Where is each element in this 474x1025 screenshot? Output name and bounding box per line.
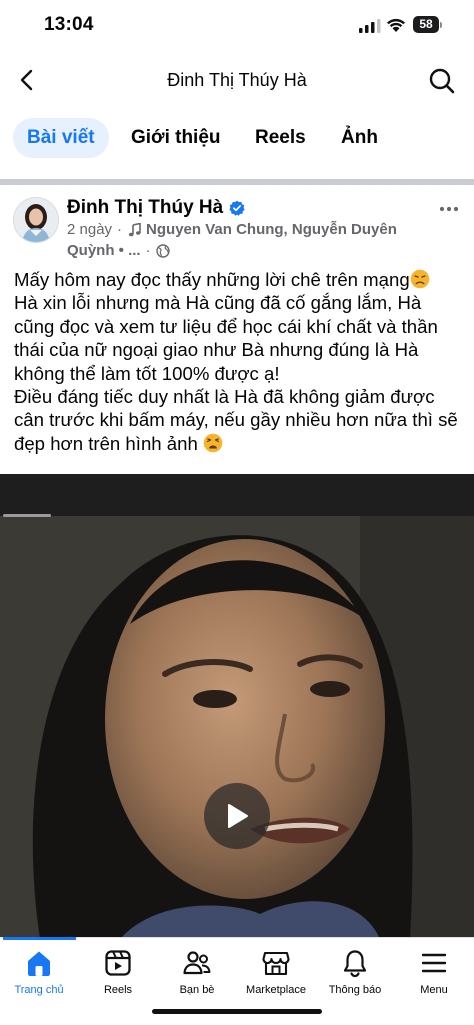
globe-icon <box>155 243 170 258</box>
signal-icon <box>359 19 381 33</box>
tab-reels[interactable]: Reels <box>255 118 306 158</box>
music-note-icon <box>129 222 141 236</box>
section-divider <box>0 179 474 185</box>
tab-posts[interactable]: Bài viết <box>13 118 109 158</box>
wifi-icon <box>387 18 405 32</box>
meta-separator: · <box>117 221 123 238</box>
video-frame <box>0 474 474 939</box>
back-button[interactable] <box>10 63 44 97</box>
active-tab-indicator <box>3 937 76 940</box>
search-button[interactable] <box>424 63 460 99</box>
post-body: Mấy hôm nay đọc thấy những lời chê trên … <box>14 268 466 455</box>
post-text-line: Mấy hôm nay đọc thấy những lời chê trên … <box>14 268 466 291</box>
play-icon <box>228 804 248 828</box>
menu-icon <box>421 953 447 973</box>
home-indicator[interactable] <box>152 1009 322 1014</box>
nav-menu[interactable]: Menu <box>391 948 474 996</box>
search-icon <box>429 68 455 94</box>
post-text-line: Điều đáng tiếc duy nhất là Hà đã không g… <box>14 385 466 455</box>
nav-marketplace-label: Marketplace <box>246 984 306 996</box>
battery-indicator: 58 <box>413 16 443 33</box>
status-bar: 13:04 58 <box>0 0 474 50</box>
nav-reels-label: Reels <box>103 984 133 996</box>
nav-home-label: Trang chủ <box>14 984 64 996</box>
marketplace-icon <box>262 951 290 976</box>
reels-icon <box>105 950 131 976</box>
chevron-left-icon <box>20 69 33 91</box>
weary-face-emoji-icon <box>203 433 223 453</box>
more-horizontal-icon <box>439 206 459 212</box>
post-video[interactable] <box>0 474 474 939</box>
tab-photos[interactable]: Ảnh <box>341 118 378 158</box>
nav-reels[interactable]: Reels <box>75 948 161 996</box>
disappointed-face-emoji-icon <box>410 269 430 289</box>
nav-marketplace[interactable]: Marketplace <box>233 948 319 996</box>
nav-notifications-label: Thông báo <box>328 984 382 996</box>
post-author-name[interactable]: Đinh Thị Thúy Hà <box>67 197 223 219</box>
play-button[interactable] <box>204 783 270 849</box>
battery-cap <box>440 22 442 28</box>
nav-home[interactable]: Trang chủ <box>0 948 82 996</box>
post-text-line-1: Mấy hôm nay đọc thấy những lời chê trên … <box>14 269 410 290</box>
status-time: 13:04 <box>44 14 94 35</box>
verified-badge-icon <box>229 200 245 216</box>
video-progress-bar <box>3 514 51 517</box>
nav-friends-label: Bạn bè <box>179 984 215 996</box>
nav-menu-label: Menu <box>420 984 448 996</box>
avatar-image <box>14 198 58 242</box>
profile-tabs: Bài viết Giới thiệu Reels Ảnh <box>0 115 474 161</box>
home-icon <box>28 951 50 976</box>
battery-level: 58 <box>413 16 439 33</box>
post-author-line: Đinh Thị Thúy Hà <box>67 196 245 220</box>
more-options-button[interactable] <box>434 199 464 219</box>
friends-icon <box>183 951 211 975</box>
song-artists[interactable]: Nguyen Van Chung, Nguyễn Duyên <box>146 221 397 238</box>
page-title: Đinh Thị Thúy Hà <box>167 70 307 90</box>
nav-notifications[interactable]: Thông báo <box>312 948 398 996</box>
bell-icon <box>343 950 367 978</box>
meta-separator-2: · <box>145 242 151 259</box>
tab-about[interactable]: Giới thiệu <box>131 118 221 158</box>
post-text-line-2: Hà xin lỗi nhưng mà Hà cũng đã cố gắng l… <box>14 292 438 384</box>
song-artists-continued[interactable]: Quỳnh • ... <box>67 242 141 259</box>
post-text-line-3: Điều đáng tiếc duy nhất là Hà đã không g… <box>14 386 458 454</box>
profile-header: Đinh Thị Thúy Hà <box>0 55 474 107</box>
avatar[interactable] <box>13 197 59 243</box>
nav-friends[interactable]: Bạn bè <box>154 948 240 996</box>
post-meta: 2 ngày · Nguyen Van Chung, Nguyễn Duyên <box>67 221 397 238</box>
post-timestamp[interactable]: 2 ngày <box>67 221 112 238</box>
post-meta-continued: Quỳnh • ... · <box>67 242 170 259</box>
